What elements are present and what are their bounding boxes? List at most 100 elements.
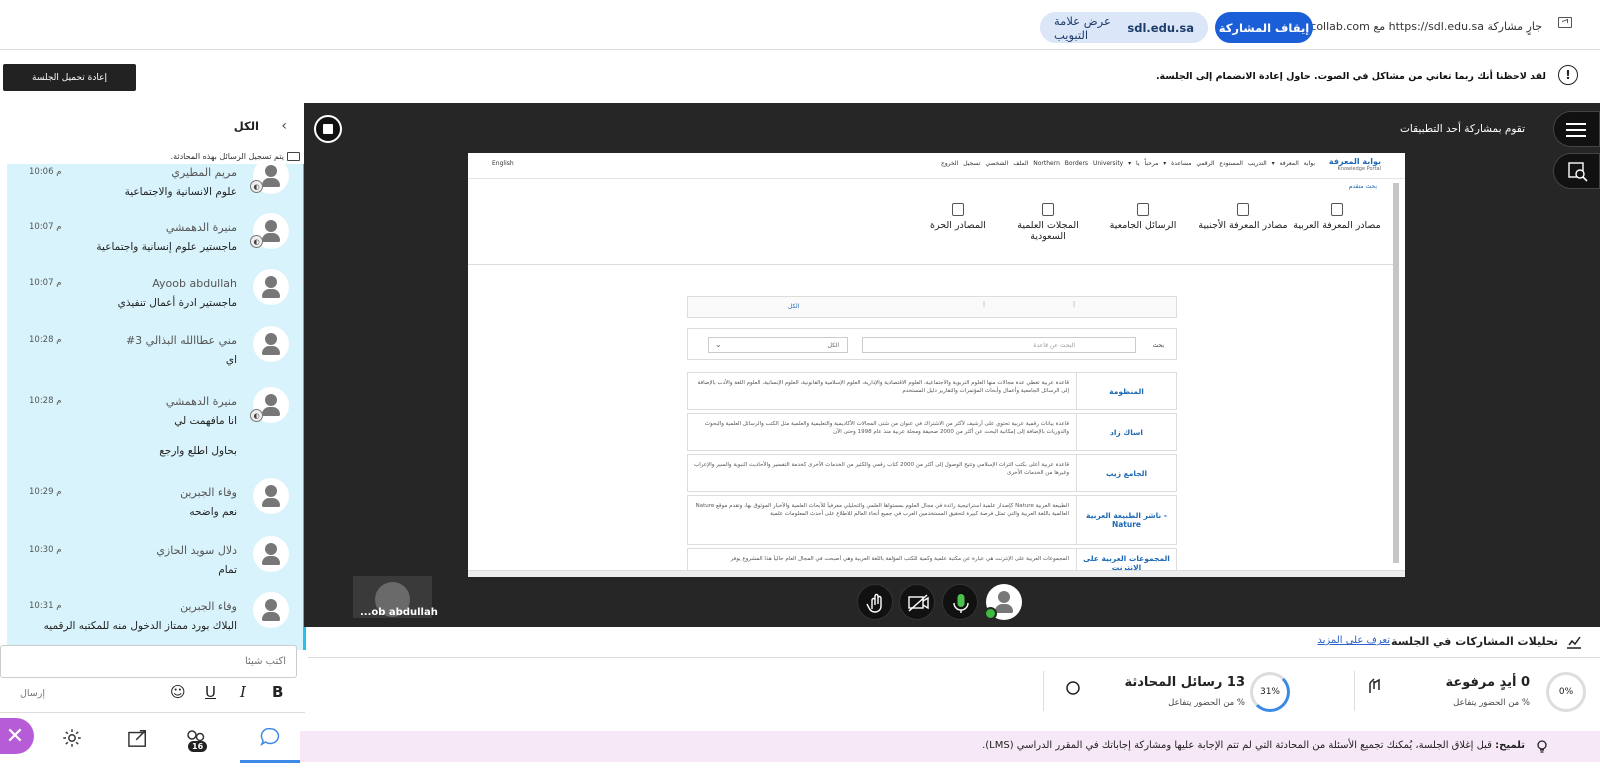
learn-more-link[interactable]: تعرف على المزيد — [1317, 635, 1390, 646]
chat-panel: ‹ الكل يتم تسجيل الرسائل بهذه المحادثة. … — [0, 106, 310, 652]
kp-category[interactable]: الرسائل الجامعية — [1098, 203, 1188, 231]
hand-raise-icon[interactable] — [857, 584, 893, 620]
avatar — [253, 536, 289, 572]
kp-horizontal-scrollbar[interactable] — [468, 570, 1405, 577]
message-author: Ayoob abdullah — [152, 277, 237, 290]
kp-logo[interactable]: بوابة المعرفة Knowledge Portal — [1329, 157, 1381, 172]
chat-message-list[interactable]: ◐ مريم المطيري 10:06 م علوم الانسانية وا… — [7, 164, 306, 650]
tip-bar: تلميح: قبل إغلاق الجلسة، يُمكنك تجميع ال… — [300, 731, 1600, 762]
chat-message: مني عطاالله البذالي 3# 10:28 م اي — [7, 326, 303, 384]
kp-english-link[interactable]: English — [492, 160, 514, 167]
kp-category-label: الرسائل الجامعية — [1109, 220, 1177, 231]
chat-bubble-icon — [260, 727, 280, 746]
message-text: ماجستير ادرة أعمال تنفيذي — [117, 297, 237, 309]
kp-database-row[interactable]: الجامع زيب قاعدة عربية أعلى بكتب التراث … — [687, 454, 1177, 492]
stage-title: تقوم بمشاركة أحد التطبيقات — [1400, 123, 1525, 135]
bold-button[interactable]: B — [272, 683, 283, 701]
kp-category[interactable]: المصادر الحرة — [913, 203, 1003, 231]
presenter-name: ...ob abdullah — [360, 607, 438, 618]
avatar — [253, 478, 289, 514]
message-time: 10:29 م — [29, 487, 62, 497]
chat-title: الكل — [233, 119, 259, 133]
chat-message: دلال سويد الحازي 10:30 م تمام — [7, 536, 303, 594]
show-tab-button[interactable]: عرض علامة التبويب sdl.edu.sa — [1040, 12, 1208, 43]
kp-search-box: بحث البحث عن قاعدة الكل ⌄ — [687, 328, 1177, 360]
kp-advanced-search-link[interactable]: بحث متقدم — [1349, 183, 1377, 190]
kp-search-label: بحث — [1152, 342, 1164, 349]
kp-category[interactable]: مصادر المعرفة العربية — [1292, 203, 1382, 231]
italic-button[interactable]: I — [240, 683, 246, 701]
message-text: اي — [225, 354, 237, 366]
send-button[interactable]: إرسال — [20, 688, 45, 699]
open-source-icon — [952, 203, 964, 216]
emoji-button[interactable]: ☺ — [170, 683, 186, 701]
journal-icon — [1042, 203, 1054, 216]
message-text: تمام — [218, 564, 237, 576]
kp-category[interactable]: المجلات العلمية السعودية — [1003, 203, 1093, 242]
recording-icon — [287, 152, 300, 161]
hamburger-menu-icon[interactable] — [1553, 111, 1600, 147]
kp-database-desc: الطبيعة العربية Nature كإصدار علمية استر… — [695, 503, 1069, 518]
moderator-icon: ◐ — [250, 180, 263, 193]
share-content-icon[interactable] — [108, 713, 168, 763]
close-panel-button[interactable]: ✕ — [0, 718, 34, 754]
kp-category-label: مصادر المعرفة الأجنبية — [1198, 220, 1288, 231]
kp-database-title[interactable]: الجامع زيب — [1076, 455, 1176, 491]
chat-message: وفاء الجبرين 10:29 م نعم واضحه — [7, 478, 303, 536]
kp-database-row[interactable]: المنظومة قاعدة عربية تغطي عدة مجالات منه… — [687, 372, 1177, 410]
message-author: منيرة الدهمشي — [165, 221, 237, 234]
kp-database-row[interactable]: اساك زاد قاعدة بيانات رقمية عربية تحتوي … — [687, 413, 1177, 451]
show-tab-label: عرض علامة التبويب — [1054, 13, 1111, 42]
kp-database-title[interactable]: المنظومة — [1076, 373, 1176, 409]
alert-icon: ! — [1558, 65, 1578, 85]
underline-button[interactable]: U — [205, 683, 216, 701]
avatar — [253, 592, 289, 628]
kp-search-input[interactable]: البحث عن قاعدة — [862, 337, 1136, 353]
message-time: 10:06 م — [29, 167, 62, 177]
kp-database-row[interactable]: - ناشر الطبيعة العربية Nature الطبيعة ال… — [687, 495, 1177, 545]
attendees-button[interactable]: 16 — [166, 713, 226, 763]
kp-category-label: المصادر الحرة — [930, 220, 986, 231]
sharing-bar: جارٍ مشاركة https://sdl.edu.sa مع eu.bbc… — [0, 0, 1600, 50]
share-screen-icon — [1558, 17, 1572, 28]
analytics-icon — [1567, 636, 1581, 649]
stop-share-stage-icon[interactable] — [314, 115, 342, 143]
chat-message: ◐ منيرة الدهمشي 10:28 م انا مافهمت لي بح… — [7, 387, 303, 477]
chat-message: ◐ منيرة الدهمشي 10:07 م ماجستير علوم إنس… — [7, 213, 303, 271]
message-time: 10:07 م — [29, 222, 62, 232]
kp-category[interactable]: مصادر المعرفة الأجنبية — [1198, 203, 1288, 231]
kp-tab-all[interactable]: الكل — [788, 303, 799, 310]
message-text: بحاول اطلع وارجع — [159, 445, 237, 457]
chat-input[interactable] — [1, 646, 296, 677]
microphone-icon[interactable] — [942, 584, 978, 620]
chat-tab[interactable] — [240, 713, 300, 763]
message-time: 10:30 م — [29, 545, 62, 555]
chat-input-box[interactable] — [0, 645, 297, 678]
message-author: منيرة الدهمشي — [165, 395, 237, 408]
settings-icon[interactable] — [42, 713, 102, 763]
kp-scrollbar[interactable] — [1393, 183, 1399, 563]
message-time: 10:28 م — [29, 335, 62, 345]
message-author: وفاء الجبرين — [180, 486, 237, 499]
kp-tabs: الكل | | — [687, 296, 1177, 318]
shared-application-view[interactable]: بوابة المعرفة Knowledge Portal بوابة المع… — [468, 153, 1405, 577]
kp-filter-value: الكل — [827, 342, 839, 349]
kp-database-title[interactable]: - ناشر الطبيعة العربية Nature — [1076, 496, 1176, 544]
message-author: مريم المطيري — [171, 166, 237, 179]
chat-header: ‹ الكل — [0, 106, 310, 146]
kp-logo-en: Knowledge Portal — [1337, 166, 1381, 172]
status-ok-icon — [984, 607, 997, 620]
kp-category-label: مصادر المعرفة العربية — [1293, 220, 1381, 231]
message-text: نعم واضحه — [189, 506, 237, 518]
kp-database-title[interactable]: اساك زاد — [1076, 414, 1176, 450]
message-time: 10:28 م — [29, 396, 62, 406]
stop-sharing-button[interactable]: إيقاف المشاركة — [1215, 12, 1313, 43]
kp-navigation[interactable]: بوابة المعرفة ▾ التدريب المستودع الرقمي … — [941, 160, 1315, 167]
back-chevron-icon[interactable]: ‹ — [281, 118, 287, 134]
chat-message: ◐ مريم المطيري 10:06 م علوم الانسانية وا… — [7, 164, 303, 216]
kp-database-desc: قاعدة بيانات رقمية عربية تحتوي على أرشيف… — [704, 421, 1069, 436]
zoom-icon[interactable] — [1553, 153, 1600, 189]
kp-filter-select[interactable]: الكل ⌄ — [708, 337, 848, 353]
reload-session-button[interactable]: إعادة تحميل الجلسة — [3, 64, 136, 91]
camera-off-icon[interactable] — [899, 584, 935, 620]
